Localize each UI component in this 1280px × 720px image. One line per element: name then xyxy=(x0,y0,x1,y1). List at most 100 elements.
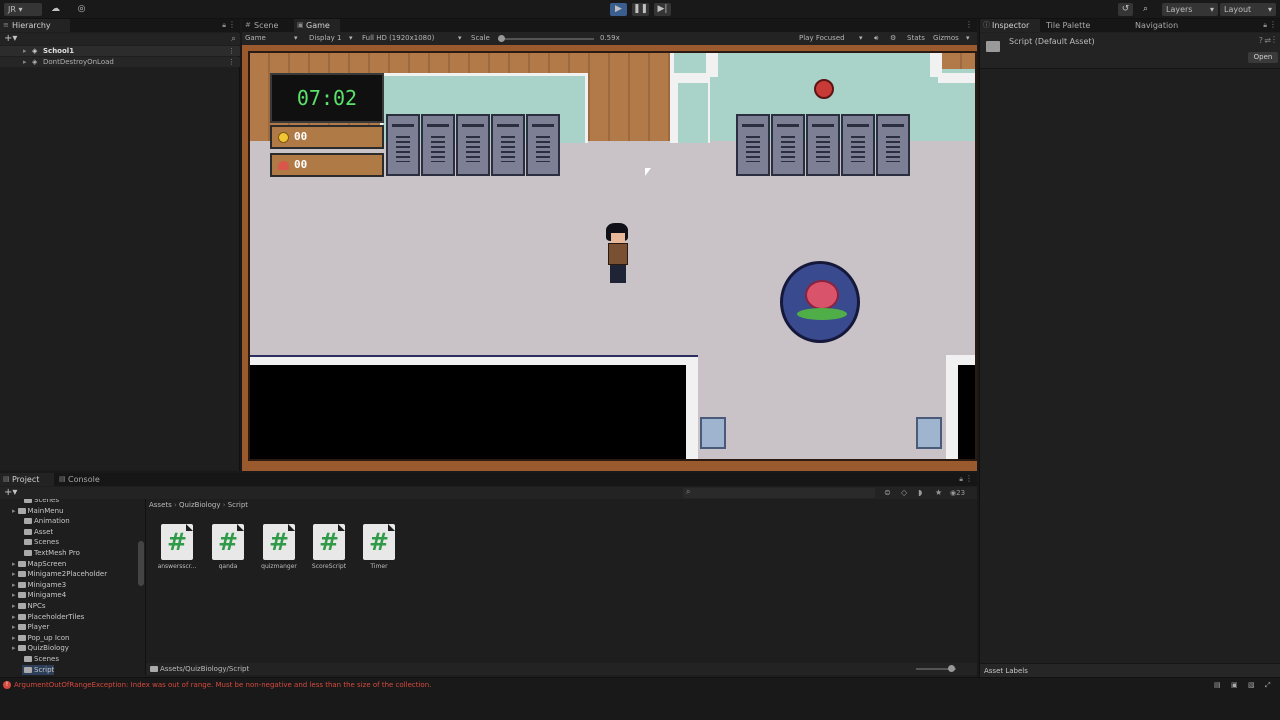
open-button[interactable]: Open xyxy=(1248,52,1278,63)
more-icon[interactable]: ⋮ xyxy=(1269,20,1277,29)
expand-arrow-icon[interactable]: ▸ xyxy=(12,507,16,515)
expand-arrow-icon[interactable]: ▸ xyxy=(23,57,27,67)
expand-arrow-icon[interactable]: ▸ xyxy=(12,602,16,610)
filter-type-icon[interactable]: ⊜ xyxy=(884,487,891,499)
layers-dropdown[interactable]: Layers ▾ xyxy=(1162,3,1218,16)
resolution-dropdown[interactable]: Full HD (1920x1080) xyxy=(362,32,434,45)
gizmos-toggle[interactable]: Gizmos xyxy=(933,32,959,45)
game-viewport[interactable]: 07:02 00 00 xyxy=(242,45,977,471)
filter-label-icon[interactable]: ◇ xyxy=(901,487,907,499)
folder-tree-item[interactable]: Scenes xyxy=(22,654,59,664)
status-bar[interactable]: ! ArgumentOutOfRangeException: Index was… xyxy=(0,677,1280,691)
game-scene: 07:02 00 00 xyxy=(248,51,977,461)
folder-tree-item[interactable]: ▸ MapScreen xyxy=(12,559,66,569)
tab-label: Navigation xyxy=(1135,21,1179,30)
folder-tree-item[interactable]: ▸ MainMenu xyxy=(12,506,63,516)
more-icon[interactable]: ⋮ xyxy=(228,57,235,67)
asset-script-qanda[interactable]: # qanda xyxy=(207,524,249,570)
tab-inspector[interactable]: ⓘ Inspector xyxy=(980,19,1040,32)
breadcrumb-item-script[interactable]: Script xyxy=(228,501,248,509)
asset-labels-bar[interactable]: Asset Labels xyxy=(980,663,1280,677)
layout-dropdown[interactable]: Layout ▾ xyxy=(1220,3,1276,16)
asset-script-answersscript[interactable]: # answersscr... xyxy=(156,524,198,570)
asset-script-timer[interactable]: # Timer xyxy=(358,524,400,570)
hierarchy-item-dontdestroyonload[interactable]: ▸ ◈ DontDestroyOnLoad ⋮ xyxy=(0,57,240,67)
leaf-icon xyxy=(797,308,847,320)
folder-tree-item[interactable]: ▸ Minigame2Placeholder xyxy=(12,569,107,579)
play-focused-dropdown[interactable]: Play Focused xyxy=(799,32,845,45)
settings-icon[interactable]: ⚙ xyxy=(890,32,896,45)
more-icon[interactable]: ⋮ xyxy=(228,20,236,29)
folder-tree-item[interactable]: ▸ Pop_up Icon xyxy=(12,633,69,643)
tab-console[interactable]: ▤ Console xyxy=(56,473,110,486)
tab-project[interactable]: ▤ Project xyxy=(0,473,54,486)
scale-slider-track[interactable] xyxy=(498,38,594,40)
notifications-icon[interactable]: ▧ xyxy=(1248,678,1255,692)
lock-icon[interactable]: 🔒︎ xyxy=(959,475,963,484)
expand-arrow-icon[interactable]: ▸ xyxy=(23,46,27,56)
add-icon[interactable]: +▾ xyxy=(4,33,17,45)
breadcrumb-item-quizbiology[interactable]: QuizBiology xyxy=(179,501,220,509)
more-icon[interactable]: ⋮ xyxy=(965,20,973,29)
account-dropdown[interactable]: JR ▾ xyxy=(4,3,42,16)
game-mode-dropdown[interactable]: Game xyxy=(245,32,266,45)
cloud-icon[interactable]: ☁ xyxy=(48,3,63,16)
tab-game[interactable]: ▣ Game xyxy=(294,19,340,32)
tab-scene[interactable]: # Scene xyxy=(242,19,292,32)
scale-slider-handle[interactable] xyxy=(498,35,505,42)
progress-icon[interactable]: ▤ xyxy=(1214,678,1221,692)
history-icon[interactable]: ↺ xyxy=(1118,3,1133,16)
zoom-slider-handle[interactable] xyxy=(948,665,955,672)
expand-arrow-icon[interactable]: ▸ xyxy=(12,591,16,599)
asset-name: ScoreScript xyxy=(311,563,347,570)
expand-arrow-icon[interactable]: ▸ xyxy=(12,570,16,578)
collab-icon[interactable]: ◎ xyxy=(74,3,89,16)
asset-script-quizmanger[interactable]: # quizmanger xyxy=(258,524,300,570)
folder-tree-item[interactable]: Scenes xyxy=(22,537,59,547)
more-icon[interactable]: ⋮ xyxy=(965,474,973,483)
folder-tree-item[interactable]: Script xyxy=(22,664,55,675)
help-icon[interactable]: ? xyxy=(1259,36,1263,45)
search-icon[interactable]: ⌕ xyxy=(231,33,236,45)
favorite-icon[interactable]: ◗ xyxy=(918,487,922,499)
folder-tree-item[interactable]: ▸ NPCs xyxy=(12,601,46,611)
search-icon[interactable]: ⌕ xyxy=(1138,3,1153,16)
star-icon[interactable]: ★ xyxy=(935,487,942,499)
tab-navigation[interactable]: Navigation xyxy=(1123,19,1185,32)
tab-tile-palette[interactable]: Tile Palette xyxy=(1034,19,1096,32)
expand-arrow-icon[interactable]: ▸ xyxy=(12,560,16,568)
tab-hierarchy[interactable]: ≡ Hierarchy xyxy=(0,19,70,32)
folder-tree-item[interactable]: Animation xyxy=(22,516,70,526)
lock-icon[interactable]: 🔒︎ xyxy=(222,21,226,30)
add-icon[interactable]: +▾ xyxy=(4,487,17,499)
expand-arrow-icon[interactable]: ▸ xyxy=(12,623,16,631)
folder-tree-item[interactable]: ▸ QuizBiology xyxy=(12,643,69,653)
expand-arrow-icon[interactable]: ▸ xyxy=(12,644,16,652)
tree-scrollbar[interactable] xyxy=(138,541,144,586)
folder-tree-item[interactable]: ▸ Minigame4 xyxy=(12,590,66,600)
asset-script-scorescript[interactable]: # ScoreScript xyxy=(308,524,350,570)
folder-tree-item[interactable]: TextMesh Pro xyxy=(22,548,80,558)
folder-tree-item[interactable]: Asset xyxy=(22,527,53,537)
stats-toggle[interactable]: Stats xyxy=(907,32,925,45)
search-input[interactable]: ⌕ xyxy=(683,487,875,498)
folder-tree-item[interactable]: Scenes xyxy=(22,499,59,505)
breadcrumb-item-assets[interactable]: Assets xyxy=(149,501,172,509)
folder-tree-item[interactable]: ▸ Player xyxy=(12,622,49,632)
debug-icon[interactable]: ▣ xyxy=(1231,678,1238,692)
expand-arrow-icon[interactable]: ▸ xyxy=(12,613,16,621)
pause-button[interactable]: ❚❚ xyxy=(632,3,649,16)
more-icon[interactable]: ⋮ xyxy=(228,46,235,56)
folder-tree-item[interactable]: ▸ PlaceholderTiles xyxy=(12,612,84,622)
lock-icon[interactable]: 🔒︎ xyxy=(1263,21,1267,30)
display-dropdown[interactable]: Display 1 xyxy=(309,32,341,45)
hierarchy-item-school1[interactable]: ▸ ◈ School1 ⋮ xyxy=(0,46,240,56)
step-button[interactable]: ▶| xyxy=(654,3,671,16)
expand-arrow-icon[interactable]: ▸ xyxy=(12,581,16,589)
folder-tree-item[interactable]: ▸ Minigame3 xyxy=(12,580,66,590)
more-icon[interactable]: ⋮ xyxy=(1270,35,1278,44)
collapse-icon[interactable]: ⤢ xyxy=(1265,678,1271,692)
play-button[interactable]: ▶ xyxy=(610,3,627,16)
expand-arrow-icon[interactable]: ▸ xyxy=(12,634,16,642)
mute-audio-icon[interactable]: 🔊︎ xyxy=(874,32,878,45)
